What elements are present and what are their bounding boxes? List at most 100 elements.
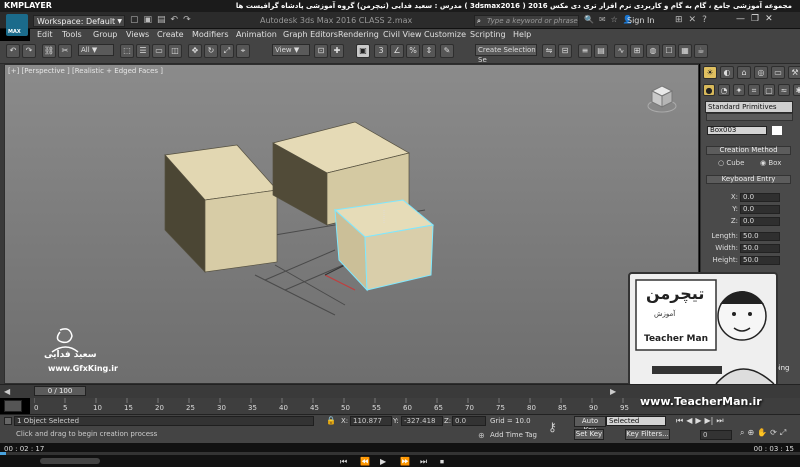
layer-explorer-icon[interactable]: ≡ [578,44,592,58]
key-filter-dropdown[interactable]: Selected [606,416,666,426]
edit-named-selection-icon[interactable]: ✎ [440,44,454,58]
player-volume-slider[interactable] [40,458,100,464]
helpers-icon[interactable]: ▢ [763,84,775,96]
curve-editor-icon[interactable]: ∿ [614,44,628,58]
mirror-icon[interactable]: ⇋ [542,44,556,58]
player-stop-icon[interactable]: ⏹ [440,457,444,467]
menu-tools[interactable]: Tools [62,30,82,39]
object-name-field[interactable]: Box003 [707,126,767,135]
current-frame-field[interactable]: 0 [700,430,732,440]
go-to-end-icon[interactable]: ⏭ [716,416,723,426]
redo-icon[interactable]: ↷ [22,44,36,58]
spinner-snap-icon[interactable]: ⇕ [422,44,436,58]
modify-tab-icon[interactable]: ◐ [720,66,734,79]
exchange-icon[interactable]: ✕ [689,15,697,25]
open-file-icon[interactable]: ▣ [144,15,153,25]
application-button[interactable]: MAX [6,14,28,36]
time-slider-right-arrow[interactable]: ▶ [610,387,616,396]
player-forward-icon[interactable]: ⏩ [400,457,410,466]
auto-key-button[interactable]: Auto Key [574,416,606,434]
undo-icon[interactable]: ↶ [171,15,179,25]
player-previous-icon[interactable]: ⏮ [340,457,347,467]
maximize-viewport-icon[interactable]: ⤢ [780,428,786,438]
lock-selection-icon[interactable]: 🔒 [326,416,336,425]
object-type-rollout[interactable] [706,113,793,121]
ref-coord-dropdown[interactable]: View ▼ [272,44,310,56]
search-input[interactable]: ⌕ Type a keyword or phrase [474,15,579,27]
previous-frame-icon[interactable]: ◀ [686,416,692,426]
undo-icon[interactable]: ↶ [6,44,20,58]
radio-box[interactable]: ◉ Box [760,159,781,167]
schematic-view-icon[interactable]: ⊞ [630,44,644,58]
shapes-icon[interactable]: ◔ [718,84,730,96]
sign-in-link[interactable]: Sign In [627,16,654,25]
cameras-icon[interactable]: ⌗ [748,84,760,96]
zoom-all-icon[interactable]: ⊕ [747,428,754,438]
create-tab-icon[interactable]: ☀ [703,66,717,79]
render-icon[interactable]: ☕ [694,44,708,58]
menu-modifiers[interactable]: Modifiers [192,30,229,39]
y-coord-field[interactable]: -327.418 [401,416,443,426]
render-setup-icon[interactable]: ☐ [662,44,676,58]
menu-animation[interactable]: Animation [236,30,277,39]
utilities-tab-icon[interactable]: ⚒ [788,66,800,79]
x-spinner[interactable]: 0.0 [740,193,780,202]
rotate-icon[interactable]: ↻ [204,44,218,58]
player-play-icon[interactable]: ▶ [380,457,386,466]
time-slider-thumb[interactable]: 0 / 100 [34,386,86,396]
select-by-name-icon[interactable]: ☰ [136,44,150,58]
category-dropdown[interactable]: Standard Primitives [705,101,793,113]
menu-rendering[interactable]: Rendering [338,30,379,39]
help-icon[interactable]: ? [702,15,707,25]
z-coord-field[interactable]: 0.0 [452,416,486,426]
motion-tab-icon[interactable]: ◎ [754,66,768,79]
material-editor-icon[interactable]: ◍ [646,44,660,58]
keyboard-entry-header[interactable]: Keyboard Entry [706,175,791,184]
menu-group[interactable]: Group [93,30,117,39]
display-tab-icon[interactable]: ▭ [771,66,785,79]
z-spinner[interactable]: 0.0 [740,217,780,226]
window-crossing-icon[interactable]: ◫ [168,44,182,58]
radio-cube[interactable]: ○ Cube [718,159,744,167]
width-spinner[interactable]: 50.0 [740,244,780,253]
restore-icon[interactable]: ❐ [751,14,759,24]
keyboard-shortcut-icon[interactable]: ▣ [356,44,370,58]
viewport-label[interactable]: [+] [Perspective ] [Realistic + Edged Fa… [8,67,163,75]
select-manipulate-icon[interactable]: ✚ [330,44,344,58]
menu-views[interactable]: Views [126,30,149,39]
menu-help[interactable]: Help [513,30,531,39]
go-to-start-icon[interactable]: ⏮ [676,416,683,426]
length-spinner[interactable]: 50.0 [740,232,780,241]
rendered-frame-icon[interactable]: ▦ [678,44,692,58]
box-003-selected[interactable] [333,199,435,292]
mini-curve-editor-icon[interactable] [4,400,22,412]
selection-filter-dropdown[interactable]: All ▼ [78,44,114,56]
zoom-icon[interactable]: ⌕ [740,428,744,438]
selection-region-icon[interactable]: ▭ [152,44,166,58]
menu-civil-view[interactable]: Civil View [383,30,422,39]
move-icon[interactable]: ✥ [188,44,202,58]
viewcube-icon[interactable] [646,82,678,114]
player-progress-bar[interactable] [0,452,800,455]
x-coord-field[interactable]: 110.877 [350,416,392,426]
next-frame-icon[interactable]: ▶| [705,416,714,426]
place-icon[interactable]: ⌖ [236,44,250,58]
select-link-icon[interactable]: ⛓ [42,44,56,58]
scene-explorer-icon[interactable]: ▤ [594,44,608,58]
y-spinner[interactable]: 0.0 [740,205,780,214]
menu-create[interactable]: Create [157,30,184,39]
play-icon[interactable]: ▶ [695,416,701,426]
add-time-tag[interactable]: Add Time Tag [490,431,537,439]
menu-customize[interactable]: Customize [424,30,466,39]
player-next-icon[interactable]: ⏭ [420,457,427,467]
close-icon[interactable]: ✕ [765,14,773,24]
object-color-swatch[interactable] [772,126,782,135]
cart-icon[interactable]: ⊞ [675,15,683,25]
systems-icon[interactable]: ✱ [793,84,800,96]
scale-icon[interactable]: ⤢ [220,44,234,58]
align-icon[interactable]: ⊟ [558,44,572,58]
lights-icon[interactable]: ✦ [733,84,745,96]
redo-icon[interactable]: ↷ [183,15,191,25]
orbit-icon[interactable]: ⟳ [770,428,777,438]
menu-scripting[interactable]: Scripting [470,30,506,39]
